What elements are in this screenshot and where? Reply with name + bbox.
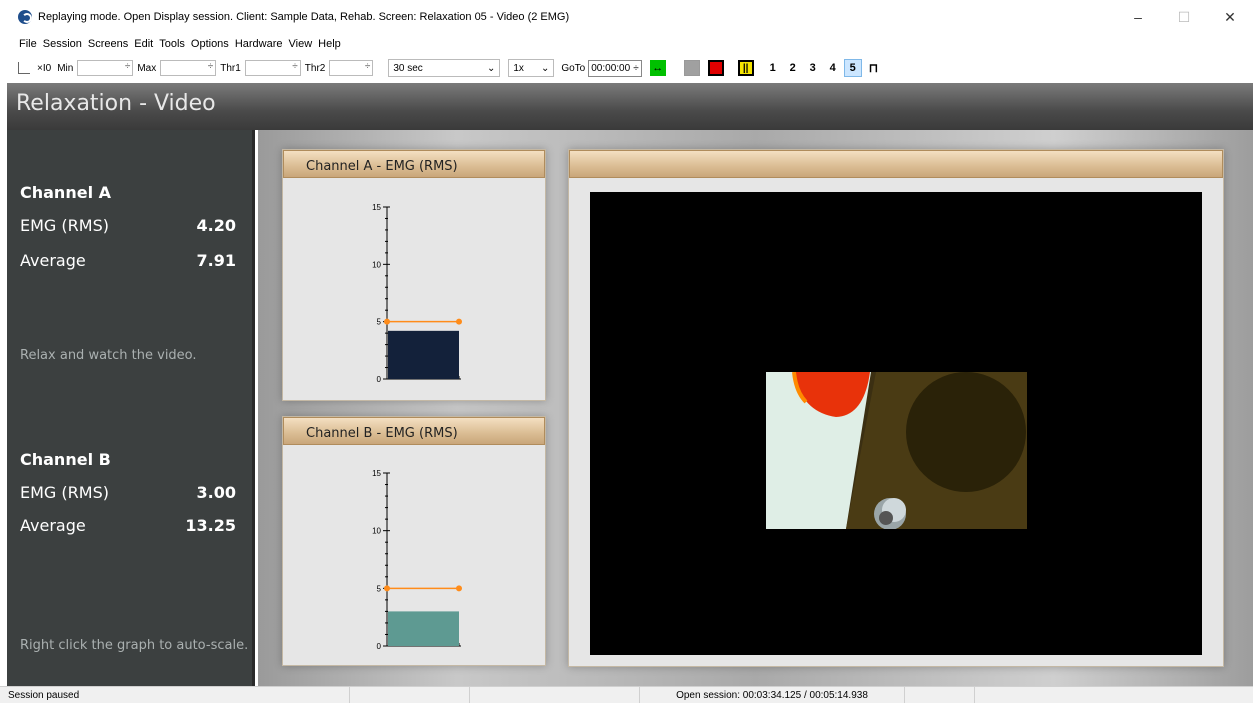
video-frame-image: [766, 372, 1027, 529]
channel-a-average-row: Average 7.91: [20, 251, 236, 270]
status-session-time: Open session: 00:03:34.125 / 00:05:14.93…: [640, 686, 905, 703]
max-label: Max: [137, 62, 157, 74]
app-logo-icon: [18, 10, 32, 24]
channel-a-y-tick-label: 0: [377, 375, 382, 384]
channel-a-average-value: 7.91: [196, 251, 236, 270]
channel-b-y-tick-label: 10: [372, 527, 381, 536]
thr1-label: Thr1: [220, 62, 241, 74]
channel-b-chart[interactable]: 0 5 10 15: [283, 445, 545, 665]
channel-a-chart-title: Channel A - EMG (RMS): [283, 150, 545, 178]
min-spinbox[interactable]: [77, 60, 134, 76]
channel-b-emg-bar: [388, 611, 459, 646]
close-button[interactable]: ✕: [1207, 0, 1253, 34]
channel-b-average-value: 13.25: [185, 516, 236, 535]
status-cell-empty: [350, 686, 470, 703]
axis-scale-icon[interactable]: [18, 62, 30, 74]
channel-b-y-tick-label: 15: [372, 469, 381, 478]
status-cell-empty: [470, 686, 640, 703]
display-area: Channel A - EMG (RMS) 0 5 10 15 Channel B -…: [258, 130, 1253, 686]
autoscale-instruction: Right click the graph to auto-scale.: [20, 638, 249, 653]
window-controls: – ☐ ✕: [1115, 0, 1253, 34]
thr2-spinbox[interactable]: [329, 60, 374, 76]
channel-b-chart-panel[interactable]: Channel B - EMG (RMS) 0 5 10 15: [282, 416, 546, 666]
min-label: Min: [57, 62, 74, 74]
speed-value: 1x: [513, 62, 524, 74]
screen-title: Relaxation - Video: [16, 91, 216, 116]
stop-button-gray[interactable]: [683, 60, 700, 76]
screen-3-button[interactable]: 3: [804, 59, 822, 77]
screen-4-button[interactable]: 4: [824, 59, 842, 77]
channel-b-threshold-marker: [456, 585, 462, 592]
channel-a-threshold-marker: [456, 318, 462, 325]
speed-select[interactable]: 1x ⌄: [508, 59, 555, 77]
thr2-label: Thr2: [304, 62, 326, 74]
time-window-value: 30 sec: [393, 62, 423, 74]
info-panel: Channel A EMG (RMS) 4.20 Average 7.91 Re…: [7, 130, 255, 686]
channel-a-threshold-marker: [384, 318, 390, 325]
menu-edit[interactable]: Edit: [131, 38, 156, 50]
goto-label: GoTo: [561, 62, 586, 74]
chevron-down-icon: ⌄: [540, 62, 550, 74]
fit-horizontal-icon[interactable]: ↔: [649, 60, 666, 76]
goto-time-value: 00:00:00: [591, 62, 631, 74]
menu-view[interactable]: View: [286, 38, 316, 50]
pause-button[interactable]: ||: [737, 60, 754, 76]
record-stop-button[interactable]: [707, 60, 724, 76]
channel-b-y-tick-label: 0: [377, 642, 382, 651]
channel-a-average-label: Average: [20, 251, 86, 270]
video-panel[interactable]: [568, 149, 1224, 667]
screen-header: Relaxation - Video: [7, 83, 1253, 130]
channel-b-average-label: Average: [20, 516, 86, 535]
relax-instruction: Relax and watch the video.: [20, 348, 197, 363]
channel-b-average-row: Average 13.25: [20, 516, 236, 535]
channel-a-y-tick-label: 5: [377, 318, 382, 327]
menu-help[interactable]: Help: [315, 38, 344, 50]
maximize-button[interactable]: ☐: [1161, 0, 1207, 34]
channel-a-chart-panel[interactable]: Channel A - EMG (RMS) 0 5 10 15: [282, 149, 546, 401]
thr1-spinbox[interactable]: [244, 60, 301, 76]
channel-b-emg-value: 3.00: [196, 483, 236, 502]
channel-b-emg-row: EMG (RMS) 3.00: [20, 483, 236, 502]
step-signal-icon[interactable]: ⊓: [869, 61, 878, 75]
channel-a-emg-label: EMG (RMS): [20, 216, 109, 235]
screen-5-button[interactable]: 5: [843, 59, 862, 77]
scale-label[interactable]: ×I0: [37, 63, 51, 74]
menu-file[interactable]: File: [16, 38, 40, 50]
channel-b-y-tick-label: 5: [377, 584, 382, 593]
menu-session[interactable]: Session: [40, 38, 85, 50]
max-spinbox[interactable]: [160, 60, 217, 76]
video-player[interactable]: [590, 192, 1202, 655]
channel-b-chart-title: Channel B - EMG (RMS): [283, 417, 545, 445]
time-window-select[interactable]: 30 sec ⌄: [388, 59, 501, 77]
screen-2-button[interactable]: 2: [784, 59, 802, 77]
channel-a-emg-row: EMG (RMS) 4.20: [20, 216, 236, 235]
channel-a-chart[interactable]: 0 5 10 15: [283, 178, 545, 400]
channel-b-emg-label: EMG (RMS): [20, 483, 109, 502]
menu-bar: File Session Screens Edit Tools Options …: [0, 34, 344, 54]
menu-tools[interactable]: Tools: [156, 38, 188, 50]
minimize-button[interactable]: –: [1115, 0, 1161, 34]
menu-hardware[interactable]: Hardware: [232, 38, 286, 50]
channel-a-emg-value: 4.20: [196, 216, 236, 235]
channel-a-emg-bar: [388, 330, 459, 379]
screen-1-button[interactable]: 1: [764, 59, 782, 77]
menu-screens[interactable]: Screens: [85, 38, 131, 50]
menu-options[interactable]: Options: [188, 38, 232, 50]
chevron-down-icon: ⌄: [486, 62, 496, 74]
status-cell-empty: [905, 686, 975, 703]
channel-a-y-tick-label: 10: [372, 260, 381, 269]
channel-b-threshold-marker: [384, 585, 390, 592]
channel-b-heading: Channel B: [20, 450, 111, 469]
spin-icon: ÷: [633, 62, 639, 74]
channel-a-heading: Channel A: [20, 183, 111, 202]
status-bar: Session paused Open session: 00:03:34.12…: [0, 686, 1253, 703]
window-title: Replaying mode. Open Display session. Cl…: [38, 11, 570, 23]
goto-time-input[interactable]: 00:00:00 ÷: [588, 59, 642, 77]
channel-a-y-tick-label: 15: [372, 203, 381, 212]
title-bar: Replaying mode. Open Display session. Cl…: [0, 0, 1253, 34]
status-session-state: Session paused: [0, 686, 350, 703]
video-panel-header: [569, 150, 1223, 178]
toolbar: ×I0 Min Max Thr1 Thr2 30 sec ⌄ 1x ⌄ GoTo…: [0, 55, 1253, 81]
